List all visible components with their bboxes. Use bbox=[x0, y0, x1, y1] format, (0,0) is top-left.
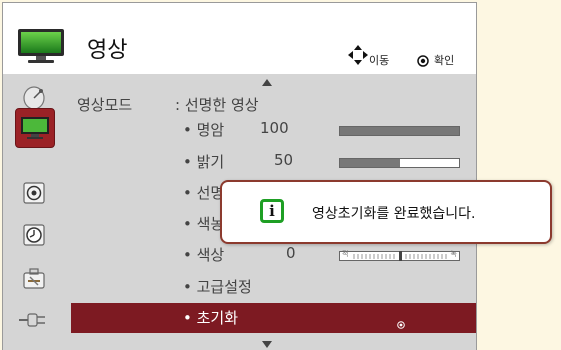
brightness-label[interactable]: • 밝기 bbox=[183, 151, 224, 172]
tint-slider-marker bbox=[398, 251, 402, 261]
picture-mode-value[interactable]: : 선명한 영상 bbox=[175, 94, 259, 115]
monitor-picture-icon[interactable] bbox=[15, 108, 55, 148]
reset-complete-toast: i 영상초기화를 완료했습니다. bbox=[220, 180, 552, 244]
picture-menu-icon bbox=[16, 27, 66, 65]
panel-header: 영상 이동 확인 bbox=[3, 3, 476, 73]
contrast-slider[interactable] bbox=[339, 126, 460, 136]
move-arrows-icon bbox=[348, 45, 368, 65]
contrast-label[interactable]: • 명암 bbox=[183, 119, 224, 140]
brightness-slider-fill bbox=[340, 159, 400, 167]
brightness-value: 50 bbox=[274, 151, 294, 169]
toolbox-icon[interactable] bbox=[19, 264, 49, 294]
category-sidebar bbox=[3, 74, 71, 350]
picture-settings-panel: 영상 이동 확인 영상모드: 선명한 영상 • 명암 100 • 밝기 50 … bbox=[2, 2, 477, 350]
page-title: 영상 bbox=[87, 38, 128, 63]
info-icon: i bbox=[260, 199, 284, 223]
move-hint-label: 이동 bbox=[369, 54, 390, 67]
contrast-value: 100 bbox=[260, 119, 289, 137]
color-label[interactable]: • 색농 bbox=[183, 213, 224, 234]
contrast-slider-fill bbox=[340, 127, 459, 135]
reset-item[interactable]: • 초기화 bbox=[183, 307, 238, 328]
tint-green-label: 녹 bbox=[450, 250, 457, 258]
advanced-settings-item[interactable]: • 고급설정 bbox=[183, 276, 252, 297]
confirm-hint-label: 확인 bbox=[434, 54, 455, 67]
picture-mode-label: 영상모드 bbox=[77, 96, 133, 114]
toast-message: 영상초기화를 완료했습니다. bbox=[312, 206, 476, 222]
plug-icon[interactable] bbox=[19, 303, 49, 333]
clock-icon[interactable] bbox=[19, 220, 49, 250]
tint-slider[interactable]: 적 녹 bbox=[339, 250, 460, 261]
ok-indicator-icon bbox=[397, 314, 405, 329]
selected-row-highlight[interactable] bbox=[71, 303, 476, 333]
tint-label[interactable]: • 색상 bbox=[183, 244, 224, 265]
ok-button-icon bbox=[417, 52, 429, 67]
tint-value: 0 bbox=[286, 244, 296, 262]
sharpness-label[interactable]: • 선명 bbox=[183, 182, 224, 203]
speaker-icon[interactable] bbox=[19, 178, 49, 208]
brightness-slider[interactable] bbox=[339, 158, 460, 168]
scroll-up-arrow-icon[interactable] bbox=[262, 79, 272, 86]
